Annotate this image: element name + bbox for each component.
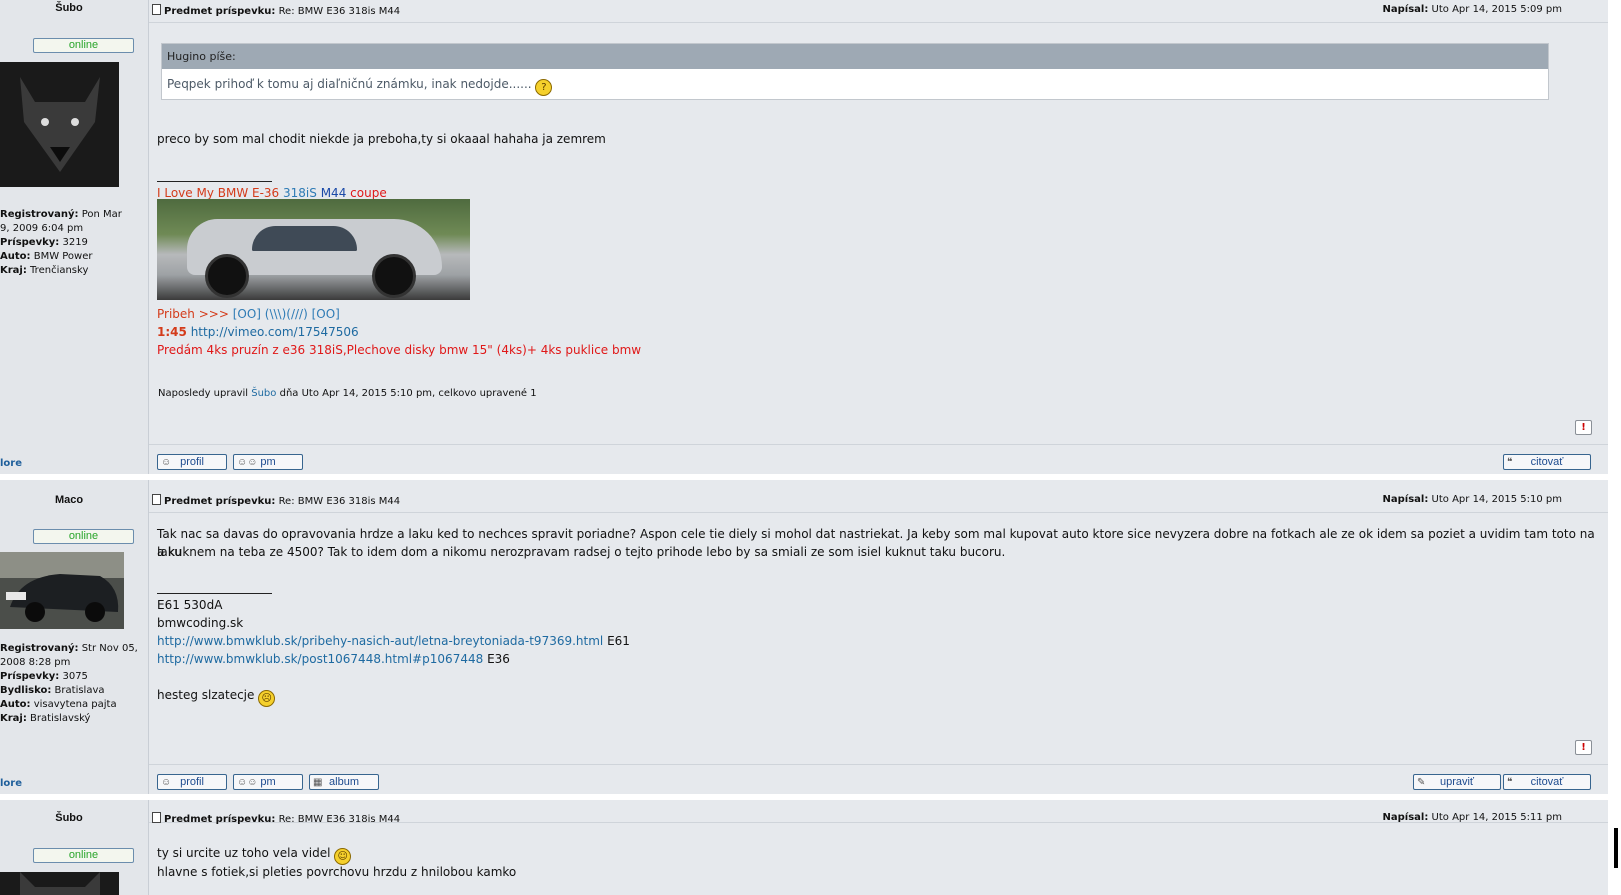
author-name[interactable]: Šubo [0,2,138,14]
author-name[interactable]: Maco [0,494,138,506]
more-link[interactable]: lore [0,778,22,789]
profile-info: Registrovaný: Pon Mar 9, 2009 6:04 pm Pr… [0,208,145,278]
user-icon: ☺ [161,777,172,788]
quote-box: Hugino píše: Peqpek prihoď k tomu aj dia… [161,43,1549,100]
more-link[interactable]: lore [0,458,22,469]
post-icon [152,494,161,505]
signature-line-3: 1:45 http://vimeo.com/17547506 [157,325,359,339]
quote-button[interactable]: ❝ citovať [1503,774,1591,790]
pm-button[interactable]: ☺☺ pm [233,454,303,470]
sad-smiley-icon: ☹ [258,690,276,707]
scrollbar-thumb[interactable] [1614,828,1618,868]
pm-button[interactable]: ☺☺ pm [233,774,303,790]
quote-author: Hugino píše: [162,44,1548,69]
users-icon: ☺☺ [237,457,258,468]
quote-button[interactable]: ❝ citovať [1503,454,1591,470]
signature-link[interactable]: http://www.bmwklub.sk/post1067448.html#p… [157,652,483,666]
album-icon: ▦ [313,777,323,788]
online-status: online [33,38,134,53]
profile-row: 9, 2009 6:04 pm [0,223,84,234]
profile-button[interactable]: ☺ profil [157,454,227,470]
profile-row: Príspevky: 3219 [0,237,88,248]
user-icon: ☺ [161,457,172,468]
post-date: Napísal: Uto Apr 14, 2015 5:09 pm [1382,4,1562,15]
profile-row: Bydlisko: Bratislava [0,685,105,696]
signature-divider [157,593,272,594]
post-3: Šubo online Predmet príspevku: Re: BMW E… [0,800,1608,895]
post-actions [149,444,1608,475]
author-panel: Šubo online [0,800,149,895]
quote-text: Peqpek prihoď k tomu aj diaľničnú známku… [162,69,1548,99]
post-date: Napísal: Uto Apr 14, 2015 5:10 pm [1382,494,1562,505]
online-status: online [33,529,134,544]
post-subject: Predmet príspevku: Re: BMW E36 318is M44 [152,4,400,17]
edit-button[interactable]: ✎ upraviť [1413,774,1501,790]
profile-row: Príspevky: 3075 [0,671,88,682]
profile-row: Kraj: Trenčiansky [0,265,89,276]
post-icon [152,4,161,15]
post-subject: Predmet príspevku: Re: BMW E36 318is M44 [152,494,400,507]
post-subject: Predmet príspevku: Re: BMW E36 318is M44 [152,812,400,825]
post-body-line-2: hlavne s fotiek,si pleties povrchovu hrz… [157,865,517,879]
car-photo [157,199,470,300]
author-panel: Šubo online Registrovaný: Pon Mar 9, 200… [0,0,149,474]
signature-divider [157,181,272,182]
speech-bubble-icon: ❝ [1507,777,1513,788]
signature-line-4: Predám 4ks pruzín z e36 318iS,Plechove d… [157,343,642,357]
post-body: preco by som mal chodit niekde ja preboh… [157,132,606,146]
signature-line-2: Pribeh >>> [OO] (\\\)(///) [OO] [157,307,340,321]
car-window [252,226,357,251]
edited-user-link[interactable]: Šubo [251,388,276,399]
post-icon [152,812,161,823]
post-2: Maco online Registrovaný: Str Nov 05, 20… [0,480,1608,794]
avatar [0,552,124,629]
forum-page: Šubo online Registrovaný: Pon Mar 9, 200… [0,0,1608,895]
author-panel: Maco online Registrovaný: Str Nov 05, 20… [0,480,149,794]
edit-notice: Naposledy upravil Šubo dňa Uto Apr 14, 2… [158,388,537,399]
profile-row: Registrovaný: Pon Mar [0,209,122,220]
profile-button[interactable]: ☺ profil [157,774,227,790]
profile-row: Auto: BMW Power [0,251,93,262]
report-icon[interactable]: ! [1575,740,1592,755]
profile-row: Registrovaný: Str Nov 05, [0,643,138,654]
signature-text: bmwcoding.sk [157,616,244,630]
speech-bubble-icon: ❝ [1507,457,1513,468]
signature-text: E61 530dA [157,598,223,612]
post-body-line-2: a kuknem na teba ze 4500? Tak to idem do… [157,545,1006,559]
album-button[interactable]: ▦ album [309,774,379,790]
front-wheel [205,254,249,298]
report-icon[interactable]: ! [1575,420,1592,435]
users-icon: ☺☺ [237,777,258,788]
vimeo-link[interactable]: http://vimeo.com/17547506 [191,325,359,339]
signature-link-row: http://www.bmwklub.sk/post1067448.html#p… [157,652,510,666]
author-name[interactable]: Šubo [0,812,138,824]
profile-row: Kraj: Bratislavský [0,713,91,724]
thinking-smiley-icon: ? [535,79,553,96]
avatar [0,62,119,187]
online-status: online [33,848,134,863]
profile-row: 2008 8:28 pm [0,657,71,668]
profile-row: Auto: visavytena pajta [0,699,117,710]
signature-text: hesteg slzatecje ☹ [157,686,276,707]
signature-link-row: http://www.bmwklub.sk/pribehy-nasich-aut… [157,634,630,648]
pencil-icon: ✎ [1417,777,1426,788]
avatar [0,872,119,895]
signature-link[interactable]: http://www.bmwklub.sk/pribehy-nasich-aut… [157,634,603,648]
profile-info: Registrovaný: Str Nov 05, 2008 8:28 pm P… [0,642,145,726]
post-date: Napísal: Uto Apr 14, 2015 5:11 pm [1382,812,1562,823]
rear-wheel [372,254,416,298]
post-body-line-1: ty si urcite uz toho vela videl ☺ [157,844,352,865]
post-1: Šubo online Registrovaný: Pon Mar 9, 200… [0,0,1608,474]
